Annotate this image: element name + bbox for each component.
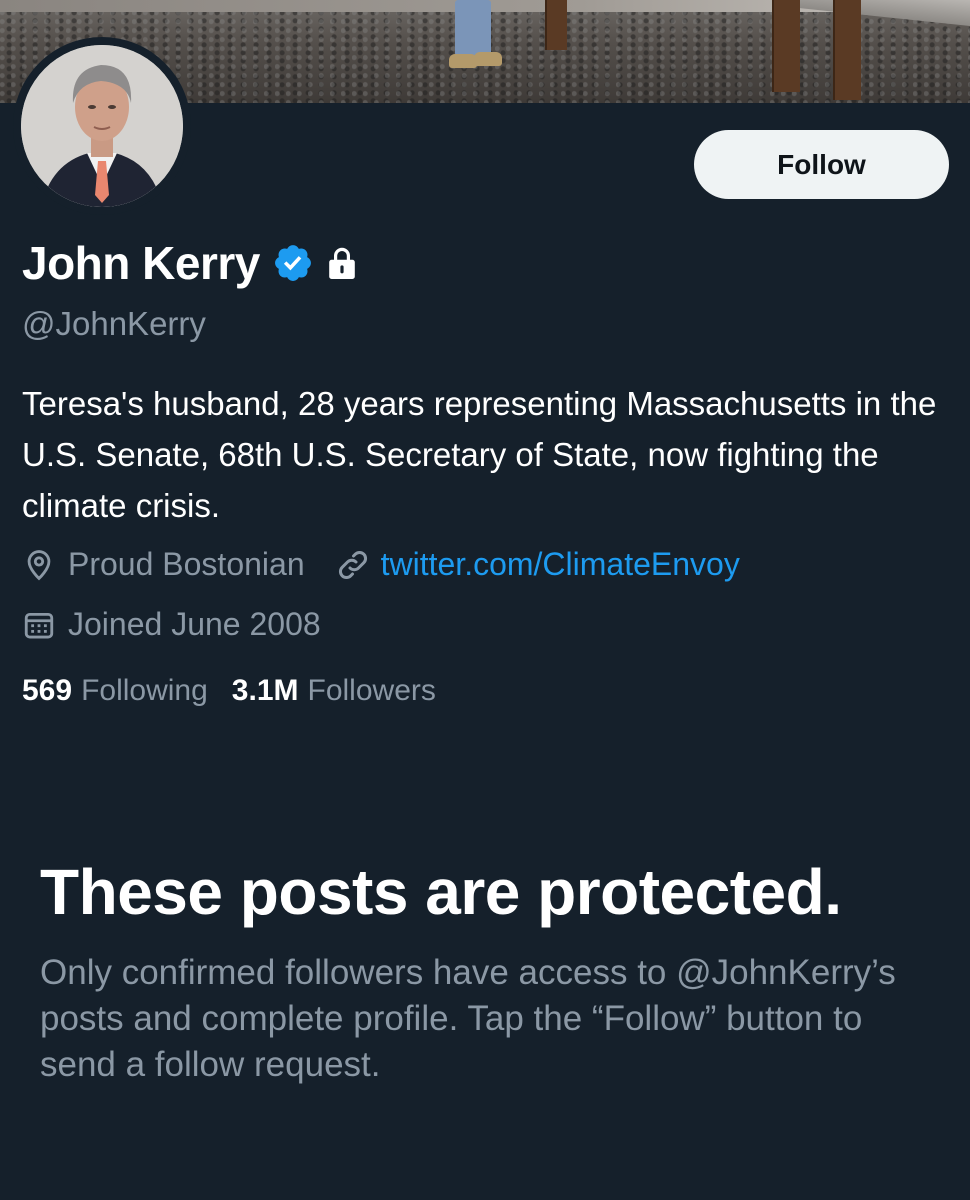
link-icon: [338, 550, 367, 579]
website-link[interactable]: twitter.com/ClimateEnvoy: [381, 546, 740, 583]
following-count: 569: [22, 674, 73, 707]
verified-badge-icon[interactable]: [272, 242, 314, 284]
protected-notice-body: Only confirmed followers have access to …: [40, 953, 896, 1084]
following-link[interactable]: 569 Following: [22, 674, 208, 708]
avatar[interactable]: [13, 37, 191, 215]
followers-count: 3.1M: [231, 674, 299, 707]
calendar-icon: [24, 612, 54, 638]
following-label: Following: [81, 674, 208, 707]
banner-post: [833, 0, 861, 100]
protected-notice-title: These posts are protected.: [40, 856, 842, 928]
banner-person-shoe: [474, 52, 502, 66]
banner-water: [800, 0, 970, 27]
location-pin-icon: [27, 549, 51, 580]
profile-handle: @JohnKerry: [22, 305, 206, 342]
profile-meta-row: Proud Bostonian twitter.com/ClimateEnvoy: [22, 546, 740, 583]
banner-post: [545, 0, 567, 50]
profile-name-row: John Kerry: [22, 236, 358, 290]
profile-bio: Teresa's husband, 28 years representing …: [22, 385, 937, 524]
joined-date: Joined June 2008: [68, 606, 321, 642]
profile-joined-row: Joined June 2008: [22, 606, 321, 643]
avatar-photo: [21, 45, 183, 207]
lock-icon: [329, 247, 355, 279]
follow-stats: 569 Following 3.1M Followers: [22, 674, 436, 708]
banner-person-shoe: [449, 54, 477, 68]
location-text: Proud Bostonian: [68, 546, 305, 582]
banner-post: [772, 0, 800, 92]
followers-link[interactable]: 3.1M Followers: [232, 674, 436, 708]
banner-person-legs: [455, 0, 491, 56]
display-name: John Kerry: [22, 237, 260, 289]
followers-label: Followers: [307, 674, 436, 707]
follow-button[interactable]: Follow: [694, 130, 949, 199]
